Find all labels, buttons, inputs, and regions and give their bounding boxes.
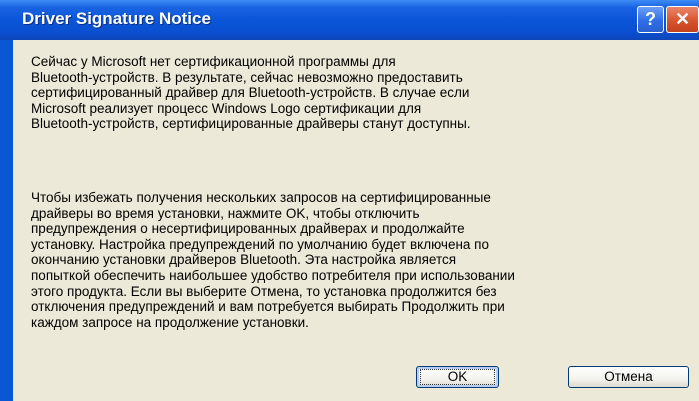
- dialog-window: Driver Signature Notice ? ✕ Сейчас у Mic…: [0, 0, 699, 401]
- help-button[interactable]: ?: [637, 6, 664, 33]
- dialog-title: Driver Signature Notice: [22, 9, 211, 28]
- cancel-button[interactable]: Отмена: [568, 366, 689, 388]
- notice-paragraph-1: Сейчас у Microsoft нет сертификационной …: [31, 54, 471, 132]
- cancel-button-label: Отмена: [604, 369, 653, 384]
- close-button[interactable]: ✕: [666, 6, 699, 33]
- notice-paragraph-2: Чтобы избежать получения нескольких запр…: [31, 190, 515, 330]
- focus-rectangle: [420, 369, 495, 385]
- dialog-body: Сейчас у Microsoft нет сертификационной …: [13, 40, 699, 401]
- help-icon: ?: [645, 9, 656, 29]
- ok-button[interactable]: OK: [416, 366, 499, 388]
- title-bar[interactable]: Driver Signature Notice ? ✕: [0, 0, 699, 40]
- close-icon: ✕: [674, 9, 691, 29]
